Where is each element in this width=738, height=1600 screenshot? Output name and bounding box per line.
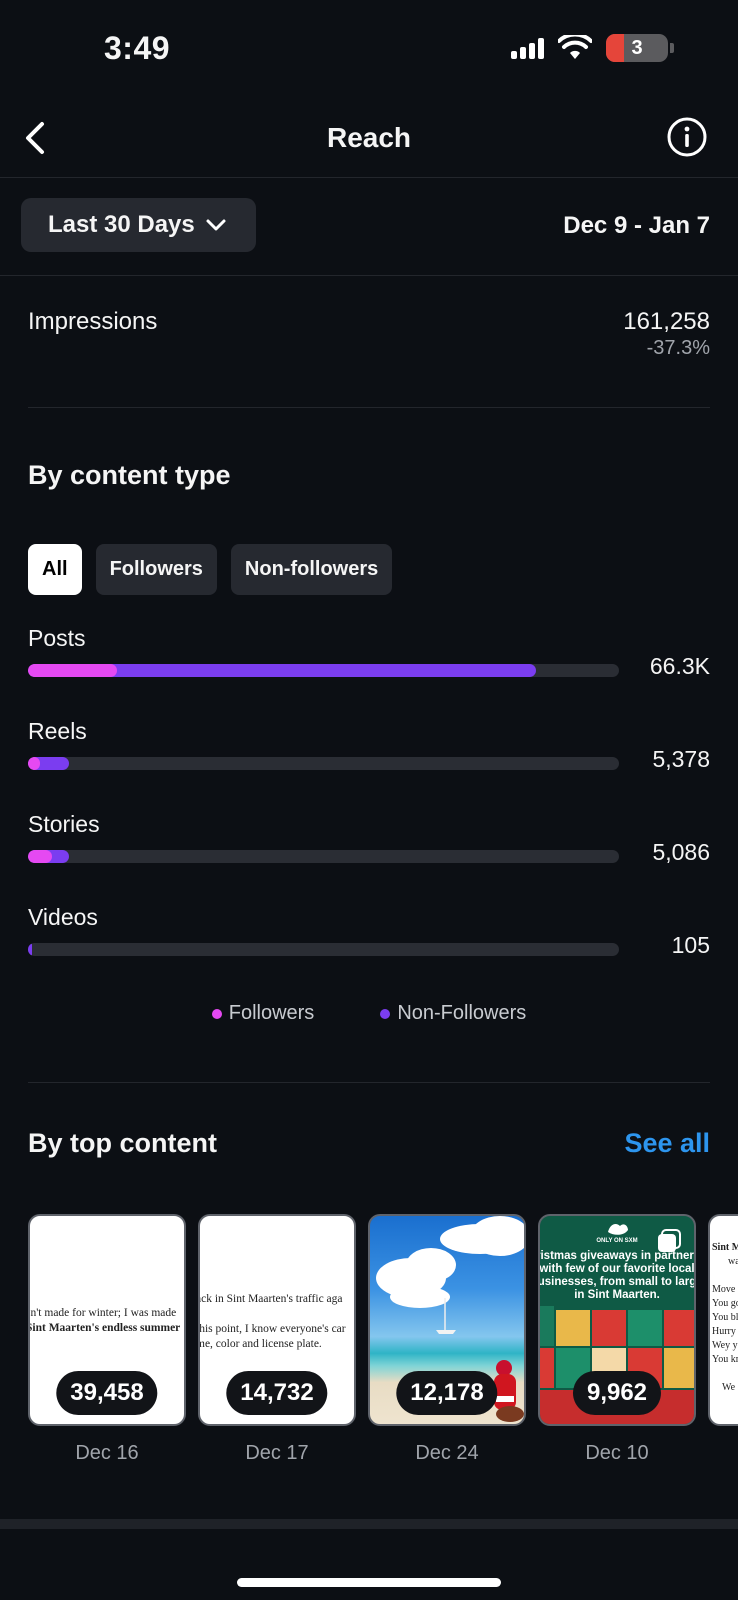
page-title: Reach — [326, 122, 412, 153]
metric-bar-track — [28, 850, 619, 863]
content-type-title: By content type — [28, 460, 231, 490]
info-icon[interactable] — [666, 116, 708, 158]
metric-value: 66.3K — [649, 653, 710, 679]
tab-followers[interactable]: Followers — [95, 544, 217, 595]
thumbnail-text: Wey yc — [712, 1340, 738, 1351]
date-range-dropdown-label: Last 30 Days — [48, 211, 195, 238]
content-thumbnail: ack in Sint Maarten's traffic aga this p… — [198, 1214, 356, 1426]
audience-tabs: All Followers Non-followers — [28, 544, 393, 595]
metric-name: Stories — [28, 811, 100, 837]
wifi-icon — [558, 35, 592, 59]
metric-bar-track — [28, 943, 619, 956]
metric-value: 5,086 — [652, 839, 710, 865]
top-content-carousel: sn't made for winter; I was made Sint Ma… — [28, 1214, 738, 1474]
thumbnail-text: You go — [712, 1298, 738, 1309]
tab-all[interactable]: All — [28, 544, 82, 595]
advent-calendar-thumbnail: ONLY ON SXM ristmas giveaways in partner… — [538, 1214, 696, 1426]
metric-value: 5,378 — [652, 746, 710, 772]
thumbnail-text: with few of our favorite local — [539, 1263, 695, 1275]
sailboat-icon — [436, 1298, 456, 1334]
followers-bar — [28, 664, 117, 677]
bottom-separator — [0, 1519, 738, 1529]
followers-dot-icon — [211, 1008, 222, 1019]
battery-level: 3 — [631, 36, 643, 59]
status-bar: 3:49 3 — [0, 0, 738, 100]
content-date: Dec 16 — [75, 1442, 139, 1464]
thumbnail-text: in Sint Maarten. — [574, 1289, 660, 1301]
non-followers-bar — [28, 943, 32, 956]
legend-item-non-followers: Non-Followers — [380, 1002, 526, 1025]
thumbnail-text: Hurry — [712, 1326, 736, 1337]
reach-count-badge: 39,458 — [56, 1371, 158, 1415]
thumbnail-text: Sint Maarten's endless summer — [28, 1322, 181, 1334]
impressions-row: Impressions 161,258 -37.3% — [28, 300, 710, 408]
status-icons: 3 — [511, 34, 674, 62]
chevron-down-icon — [206, 219, 226, 231]
legend-label: Followers — [228, 1002, 315, 1024]
metric-name: Reels — [28, 718, 87, 744]
home-indicator[interactable] — [237, 1578, 501, 1587]
thumbnail-text: You bl — [712, 1312, 738, 1323]
content-card-partial[interactable]: Sint M wa Move t You go You bl Hurry Wey… — [708, 1214, 738, 1426]
battery-icon: 3 — [606, 34, 674, 62]
metric-name: Videos — [28, 904, 98, 930]
signal-icon — [511, 37, 544, 59]
content-date: Dec 17 — [245, 1442, 309, 1464]
thumbnail-text: You kn — [712, 1354, 738, 1365]
followers-bar — [28, 850, 52, 863]
top-content-title: By top content — [28, 1128, 217, 1158]
thumbnail-text: Sint M — [712, 1242, 738, 1253]
metric-posts: Posts 66.3K — [28, 625, 710, 705]
content-card[interactable]: ONLY ON SXM ristmas giveaways in partner… — [538, 1214, 696, 1465]
non-followers-dot-icon — [380, 1008, 391, 1019]
impressions-value: 161,258 — [623, 308, 710, 335]
thumbnail-text: this point, I know everyone's car — [198, 1323, 346, 1335]
content-card[interactable]: sn't made for winter; I was made Sint Ma… — [28, 1214, 186, 1465]
thumbnail-text: usinesses, from small to larg — [538, 1276, 696, 1288]
date-range-text: Dec 9 - Jan 7 — [563, 212, 710, 239]
content-card[interactable]: 12,178 Dec 24 — [368, 1214, 526, 1465]
see-all-link[interactable]: See all — [624, 1128, 710, 1159]
thumbnail-text: wa — [728, 1256, 738, 1267]
metric-bar-track — [28, 757, 619, 770]
thumbnail-text: ack in Sint Maarten's traffic aga — [198, 1293, 343, 1305]
reach-count-badge: 9,962 — [572, 1371, 662, 1415]
date-range-dropdown[interactable]: Last 30 Days — [21, 198, 256, 252]
thumbnail-text: We d — [722, 1382, 738, 1393]
thumbnail-text: sn't made for winter; I was made — [28, 1307, 177, 1319]
reach-count-badge: 12,178 — [396, 1371, 498, 1415]
metric-name: Posts — [28, 625, 86, 651]
reach-count-badge: 14,732 — [226, 1371, 328, 1415]
followers-bar — [28, 757, 40, 770]
divider — [28, 1082, 710, 1083]
thumbnail-text: ristmas giveaways in partners — [538, 1250, 696, 1262]
metric-videos: Videos 105 — [28, 904, 710, 984]
content-card[interactable]: ack in Sint Maarten's traffic aga this p… — [198, 1214, 356, 1465]
impressions-change: -37.3% — [646, 337, 710, 359]
thumbnail-text: Move t — [712, 1284, 738, 1295]
island-logo-icon — [608, 1224, 628, 1235]
content-date: Dec 24 — [415, 1442, 479, 1464]
content-thumbnail: sn't made for winter; I was made Sint Ma… — [28, 1214, 186, 1426]
impressions-label: Impressions — [28, 308, 158, 335]
beach-photo-thumbnail: 12,178 — [368, 1214, 526, 1426]
status-time: 3:49 — [104, 30, 171, 66]
metric-stories: Stories 5,086 — [28, 811, 710, 891]
metric-reels: Reels 5,378 — [28, 718, 710, 798]
metric-value: 105 — [671, 932, 710, 958]
legend-label: Non-Followers — [397, 1002, 527, 1024]
tab-non-followers[interactable]: Non-followers — [230, 544, 393, 595]
metric-bar-track — [28, 664, 619, 677]
thumbnail-text: me, color and license plate. — [198, 1338, 322, 1350]
chart-legend: Followers Non-Followers — [0, 1002, 738, 1025]
nav-bar: Reach — [0, 100, 738, 178]
filter-row: Last 30 Days Dec 9 - Jan 7 — [0, 178, 738, 276]
content-date: Dec 10 — [585, 1442, 649, 1464]
legend-item-followers: Followers — [211, 1002, 315, 1025]
thumbnail-headline: ristmas giveaways in partners with few o… — [538, 1250, 696, 1302]
